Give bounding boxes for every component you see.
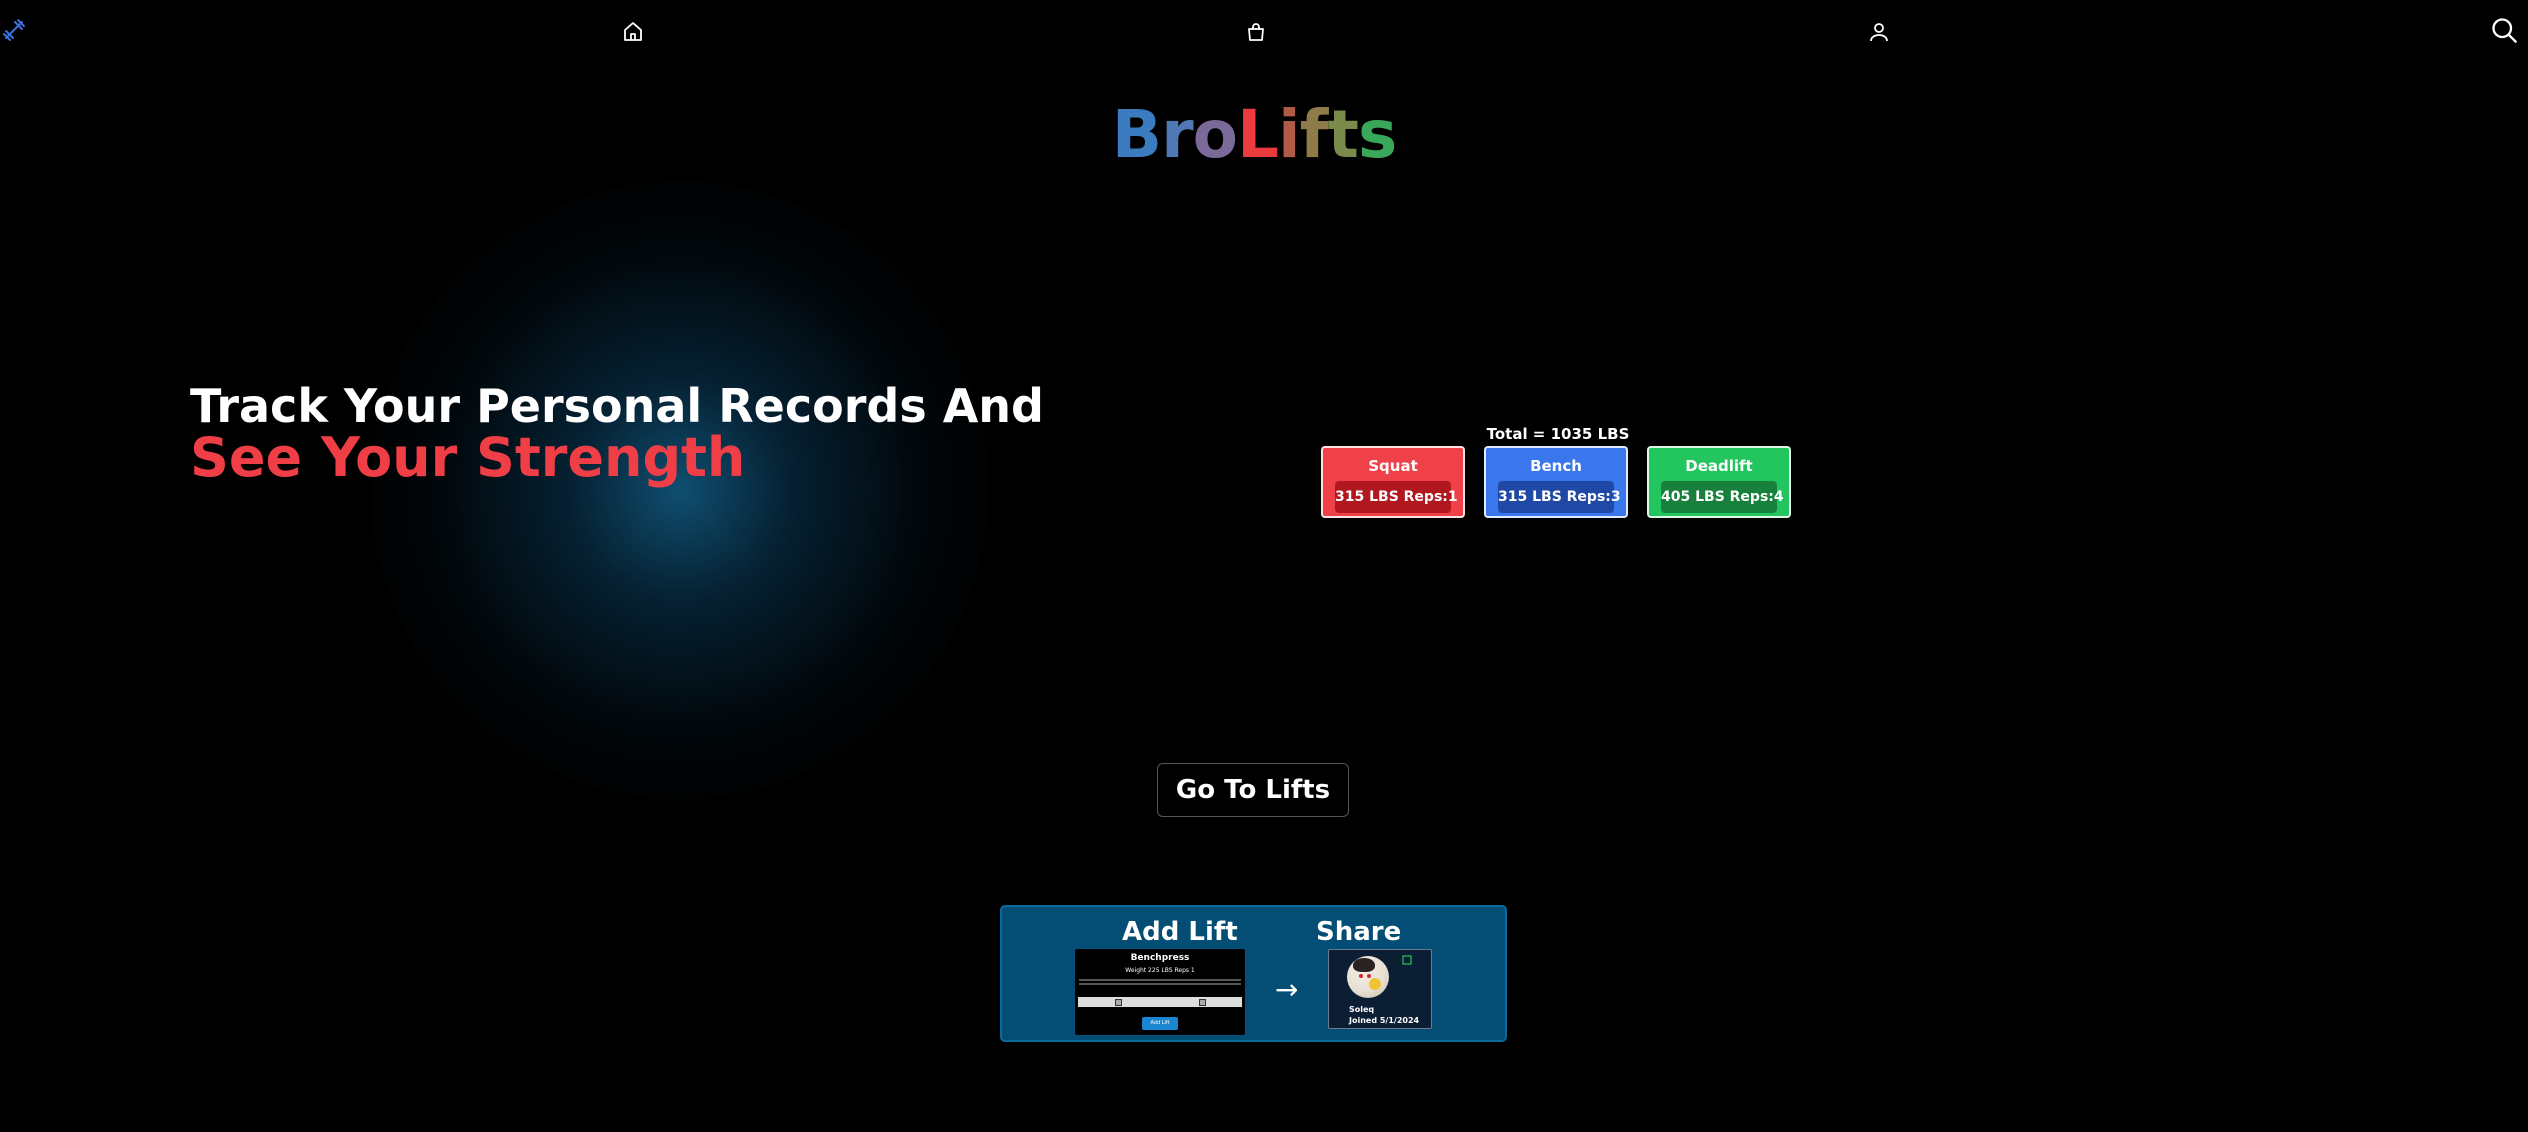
brand-letter: r xyxy=(1161,96,1194,173)
hero-heading: Track Your Personal Records And See Your… xyxy=(190,380,1150,486)
brand-letter: B xyxy=(1111,96,1162,173)
edit-icon xyxy=(1402,955,1412,965)
home-icon[interactable] xyxy=(619,18,647,46)
go-to-lifts-button[interactable]: Go To Lifts xyxy=(1157,763,1349,817)
brand-letter: L xyxy=(1236,96,1279,173)
avatar-eye xyxy=(1367,974,1371,978)
lift-card-squat[interactable]: Squat 315 LBS Reps:1 xyxy=(1321,446,1465,518)
brand-letter: t xyxy=(1327,96,1359,173)
lift-value: 315 LBS Reps:3 xyxy=(1498,481,1621,513)
preview-divider xyxy=(1079,979,1241,981)
brand-letter: s xyxy=(1357,96,1397,173)
avatar-eye xyxy=(1359,974,1363,978)
page: BroLifts Track Your Personal Records And… xyxy=(0,0,2528,1132)
avatar-hair xyxy=(1353,958,1375,972)
brand-letter: f xyxy=(1299,96,1329,173)
lift-card-deadlift[interactable]: Deadlift 405 LBS Reps:4 xyxy=(1647,446,1791,518)
lift-value: 405 LBS Reps:4 xyxy=(1661,481,1784,513)
avatar xyxy=(1347,956,1389,998)
profile-joined: Joined 5/1/2024 xyxy=(1349,1016,1420,1025)
user-icon[interactable] xyxy=(1865,18,1893,46)
preview-divider xyxy=(1079,983,1241,985)
preview-checkbox xyxy=(1199,999,1206,1006)
lift-name: Bench xyxy=(1530,457,1582,475)
lift-value: 315 LBS Reps:1 xyxy=(1335,481,1458,513)
brand-title: BroLifts xyxy=(0,96,2508,173)
hero-accent-text: See Your Strength xyxy=(190,426,746,489)
profile-name: Soleq xyxy=(1349,1005,1375,1014)
shopping-bag-icon[interactable] xyxy=(1242,18,1270,46)
dumbbell-logo-icon[interactable] xyxy=(0,16,28,44)
preview-add-lift-button: Add Lift xyxy=(1142,1017,1178,1030)
lift-name: Squat xyxy=(1368,457,1418,475)
preview-lift-fields: Weight 225 LBS Reps 1 xyxy=(1125,967,1195,974)
avatar-flower xyxy=(1369,978,1381,990)
arrow-right-icon: → xyxy=(1275,973,1299,1006)
preview-checkbox xyxy=(1115,999,1122,1006)
preview-lift-title: Benchpress xyxy=(1130,953,1190,963)
share-heading: Share xyxy=(1316,917,1402,947)
search-icon[interactable] xyxy=(2490,16,2518,44)
preview-input-bar xyxy=(1078,997,1242,1007)
lift-name: Deadlift xyxy=(1685,457,1753,475)
hero-text: Track Your Personal Records And xyxy=(190,379,1044,433)
brand-letter: o xyxy=(1192,96,1238,173)
feature-panel: Add Lift Share Benchpress Weight 225 LBS… xyxy=(1000,905,1507,1042)
brand-letter: i xyxy=(1278,96,1301,173)
add-lift-heading: Add Lift xyxy=(1122,917,1238,947)
share-profile-preview: Soleq Joined 5/1/2024 xyxy=(1328,949,1432,1029)
add-lift-preview: Benchpress Weight 225 LBS Reps 1 Add Lif… xyxy=(1075,949,1245,1035)
background-glow xyxy=(370,180,990,800)
lift-card-bench[interactable]: Bench 315 LBS Reps:3 xyxy=(1484,446,1628,518)
total-label: Total = 1035 LBS xyxy=(1486,425,1630,443)
